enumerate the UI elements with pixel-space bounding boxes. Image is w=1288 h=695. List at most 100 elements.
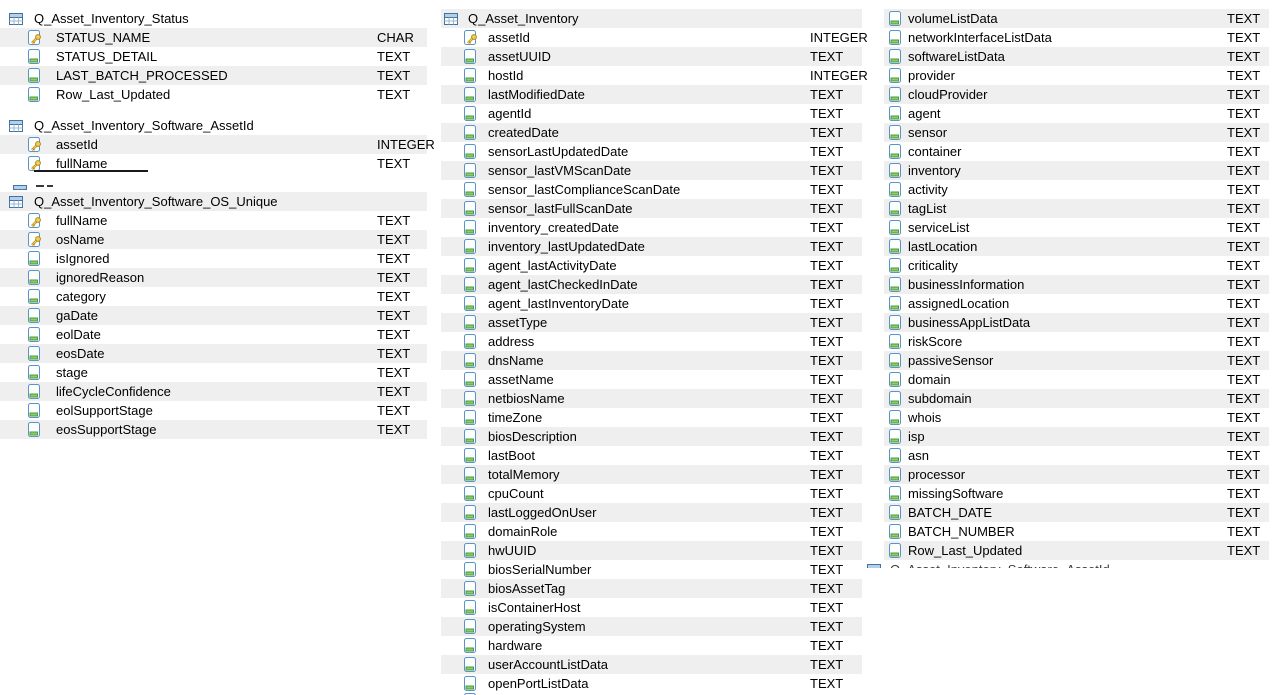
column-row[interactable]: hardware TEXT: [441, 636, 862, 655]
column-type: TEXT: [810, 277, 844, 292]
column-row[interactable]: subdomain TEXT: [884, 389, 1269, 408]
column-name: LAST_BATCH_PROCESSED: [56, 68, 228, 83]
column-row[interactable]: lastModifiedDate TEXT: [441, 85, 862, 104]
table-header-row[interactable]: Q_Asset_Inventory_Status: [0, 9, 427, 28]
column-row[interactable]: sensor TEXT: [884, 123, 1269, 142]
column-row[interactable]: biosDescription TEXT: [441, 427, 862, 446]
column-row[interactable]: assetUUID TEXT: [441, 47, 862, 66]
column-row[interactable]: sensor_lastFullScanDate TEXT: [441, 199, 862, 218]
column-type: TEXT: [810, 201, 844, 216]
column-row[interactable]: cpuCount TEXT: [441, 484, 862, 503]
column-row[interactable]: provider TEXT: [884, 66, 1269, 85]
table-header-row[interactable]: Q_Asset_Inventory_Software_AssetId: [0, 116, 427, 135]
column-row[interactable]: passiveSensor TEXT: [884, 351, 1269, 370]
column-row[interactable]: lifeCycleConfidence TEXT: [0, 382, 427, 401]
column-row[interactable]: Row_Last_Updated TEXT: [0, 85, 427, 104]
column-row[interactable]: cloudProvider TEXT: [884, 85, 1269, 104]
column-row[interactable]: stage TEXT: [0, 363, 427, 382]
column-row[interactable]: businessAppListData TEXT: [884, 313, 1269, 332]
column-icon: [888, 505, 904, 521]
column-name: serviceList: [908, 220, 970, 235]
column-row[interactable]: agent_lastInventoryDate TEXT: [441, 294, 862, 313]
column-row[interactable]: BATCH_DATE TEXT: [884, 503, 1269, 522]
column-row[interactable]: biosSerialNumber TEXT: [441, 560, 862, 579]
column-type: TEXT: [1227, 543, 1261, 558]
clipped-table-header[interactable]: Q_Asset_Inventory_Software_AssetId: [860, 560, 1280, 568]
column-row[interactable]: container TEXT: [884, 142, 1269, 161]
column-row[interactable]: userAccountListData TEXT: [441, 655, 862, 674]
column-name: agent_lastCheckedInDate: [488, 277, 638, 292]
column-row[interactable]: sensorLastUpdatedDate TEXT: [441, 142, 862, 161]
column-type: TEXT: [377, 49, 411, 64]
column-row[interactable]: whois TEXT: [884, 408, 1269, 427]
column-row[interactable]: timeZone TEXT: [441, 408, 862, 427]
column-row[interactable]: hwUUID TEXT: [441, 541, 862, 560]
column-type: TEXT: [1227, 68, 1261, 83]
column-row[interactable]: createdDate TEXT: [441, 123, 862, 142]
column-row[interactable]: openPortListData TEXT: [441, 674, 862, 693]
column-row[interactable]: domainRole TEXT: [441, 522, 862, 541]
column-row[interactable]: assetName TEXT: [441, 370, 862, 389]
column-row[interactable]: operatingSystem TEXT: [441, 617, 862, 636]
column-row[interactable]: serviceList TEXT: [884, 218, 1269, 237]
column-row[interactable]: eolDate TEXT: [0, 325, 427, 344]
column-row[interactable]: lastLoggedOnUser TEXT: [441, 503, 862, 522]
column-row[interactable]: Row_Last_Updated TEXT: [884, 541, 1269, 560]
column-row[interactable]: netbiosName TEXT: [441, 389, 862, 408]
column-row[interactable]: isp TEXT: [884, 427, 1269, 446]
column-row[interactable]: address TEXT: [441, 332, 862, 351]
column-row[interactable]: asn TEXT: [884, 446, 1269, 465]
column-row[interactable]: sensor_lastVMScanDate TEXT: [441, 161, 862, 180]
column-row[interactable]: agentId TEXT: [441, 104, 862, 123]
column-row[interactable]: riskScore TEXT: [884, 332, 1269, 351]
column-row[interactable]: agent_lastCheckedInDate TEXT: [441, 275, 862, 294]
column-row[interactable]: isIgnored TEXT: [0, 249, 427, 268]
column-row[interactable]: eosDate TEXT: [0, 344, 427, 363]
column-row[interactable]: networkInterfaceListData TEXT: [884, 28, 1269, 47]
table-header-row[interactable]: Q_Asset_Inventory: [441, 9, 862, 28]
column-row[interactable]: tagList TEXT: [884, 199, 1269, 218]
column-row[interactable]: agent_lastActivityDate TEXT: [441, 256, 862, 275]
column-row[interactable]: softwareListData TEXT: [884, 47, 1269, 66]
column-row[interactable]: assetId INTEGER: [0, 135, 435, 154]
column-row[interactable]: criticality TEXT: [884, 256, 1269, 275]
column-row[interactable]: assignedLocation TEXT: [884, 294, 1269, 313]
column-type: INTEGER: [377, 137, 435, 152]
column-icon: [888, 30, 904, 46]
column-row[interactable]: fullName TEXT: [0, 211, 427, 230]
column-row[interactable]: BATCH_NUMBER TEXT: [884, 522, 1269, 541]
column-row[interactable]: activity TEXT: [884, 180, 1269, 199]
column-type: TEXT: [810, 391, 844, 406]
column-row[interactable]: domain TEXT: [884, 370, 1269, 389]
column-row[interactable]: ignoredReason TEXT: [0, 268, 427, 287]
column-row[interactable]: missingSoftware TEXT: [884, 484, 1269, 503]
column-row[interactable]: processor TEXT: [884, 465, 1269, 484]
column-row[interactable]: osName TEXT: [0, 230, 427, 249]
column-row[interactable]: totalMemory TEXT: [441, 465, 862, 484]
column-row[interactable]: LAST_BATCH_PROCESSED TEXT: [0, 66, 427, 85]
column-row[interactable]: inventory_createdDate TEXT: [441, 218, 862, 237]
column-row[interactable]: STATUS_NAME CHAR: [0, 28, 427, 47]
column-row[interactable]: lastBoot TEXT: [441, 446, 862, 465]
column-row[interactable]: businessInformation TEXT: [884, 275, 1269, 294]
column-name: provider: [908, 68, 955, 83]
column-row[interactable]: dnsName TEXT: [441, 351, 862, 370]
column-row[interactable]: inventory_lastUpdatedDate TEXT: [441, 237, 862, 256]
column-row[interactable]: gaDate TEXT: [0, 306, 427, 325]
column-row[interactable]: assetType TEXT: [441, 313, 862, 332]
column-row[interactable]: agent TEXT: [884, 104, 1269, 123]
table-title: Q_Asset_Inventory_Status: [34, 11, 189, 26]
column-row[interactable]: isContainerHost TEXT: [441, 598, 862, 617]
column-row[interactable]: inventory TEXT: [884, 161, 1269, 180]
column-row[interactable]: eolSupportStage TEXT: [0, 401, 427, 420]
column-row[interactable]: STATUS_DETAIL TEXT: [0, 47, 427, 66]
column-row[interactable]: eosSupportStage TEXT: [0, 420, 427, 439]
column-row[interactable]: hostId INTEGER: [441, 66, 868, 85]
column-row[interactable]: volumeListData TEXT: [884, 9, 1269, 28]
column-row[interactable]: category TEXT: [0, 287, 427, 306]
table-header-row[interactable]: Q_Asset_Inventory_Software_OS_Unique: [0, 192, 427, 211]
column-row[interactable]: sensor_lastComplianceScanDate TEXT: [441, 180, 862, 199]
column-row[interactable]: biosAssetTag TEXT: [441, 579, 862, 598]
column-row[interactable]: assetId INTEGER: [441, 28, 868, 47]
column-row[interactable]: lastLocation TEXT: [884, 237, 1269, 256]
